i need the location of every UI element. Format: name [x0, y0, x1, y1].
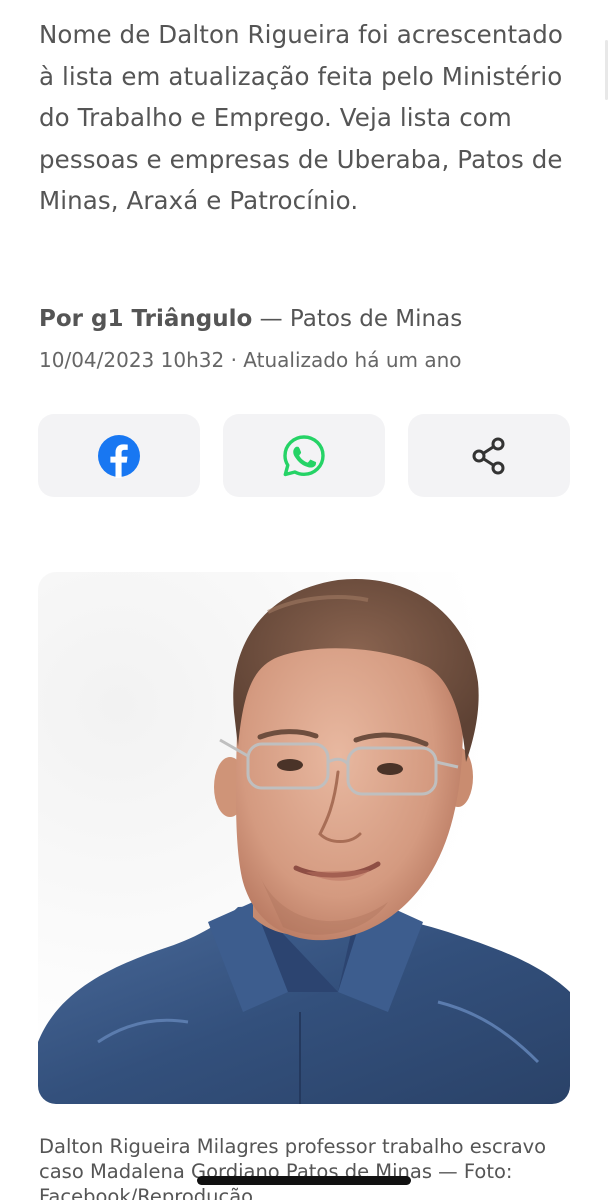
share-facebook-button[interactable] [38, 414, 200, 497]
home-indicator[interactable] [197, 1176, 411, 1185]
photo-caption: Dalton Rigueira Milagres professor traba… [39, 1135, 547, 1200]
share-more-button[interactable] [408, 414, 570, 497]
article-page: Nome de Dalton Rigueira foi acrescentado… [0, 0, 608, 1200]
byline-author[interactable]: g1 Triângulo [91, 306, 252, 332]
share-whatsapp-button[interactable] [223, 414, 385, 497]
share-bar [38, 414, 570, 497]
article-subtitle: Nome de Dalton Rigueira foi acrescentado… [39, 20, 564, 215]
article-dateline: 10/04/2023 10h32 · Atualizado há um ano [39, 348, 462, 372]
article-byline: Por g1 Triângulo — Patos de Minas [39, 301, 462, 337]
byline-prefix: Por [39, 306, 92, 332]
share-icon [472, 437, 505, 474]
whatsapp-icon [283, 434, 325, 476]
portrait-image [38, 572, 570, 1104]
byline-separator: — [252, 306, 290, 332]
facebook-icon [98, 434, 140, 478]
byline-location: Patos de Minas [289, 306, 463, 332]
article-photo[interactable] [38, 572, 570, 1104]
